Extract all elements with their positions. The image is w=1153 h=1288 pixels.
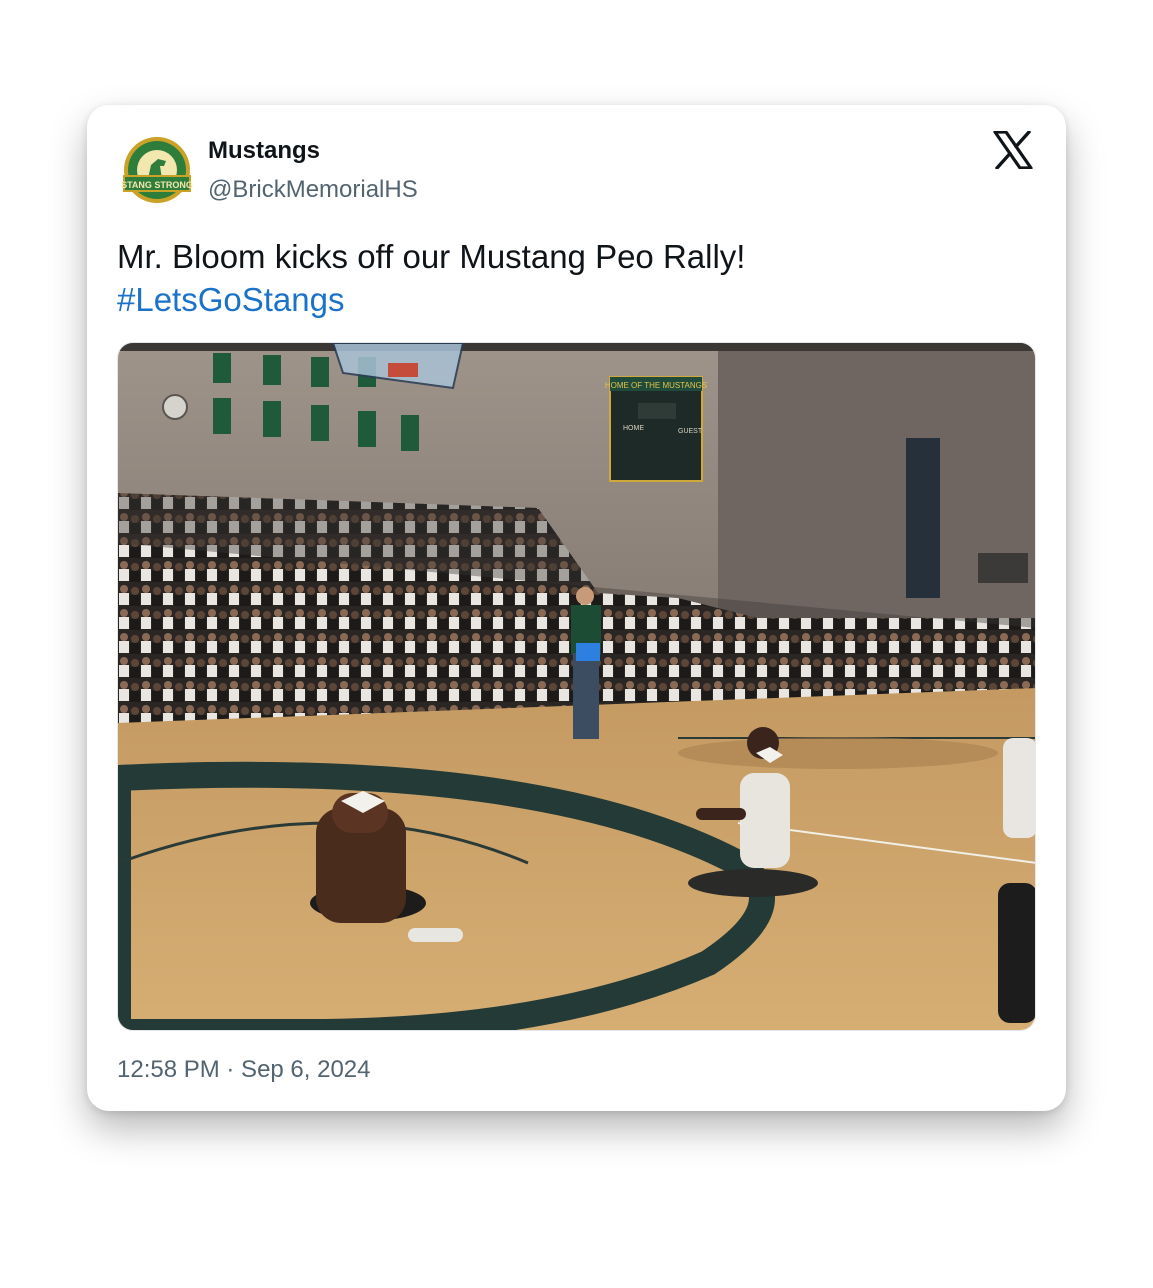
tweet-body: Mr. Bloom kicks off our Mustang Peo Rall… <box>117 238 746 275</box>
tweet-text: Mr. Bloom kicks off our Mustang Peo Rall… <box>117 235 1017 321</box>
account-handle[interactable]: @BrickMemorialHS <box>208 175 418 205</box>
school-badge-icon[interactable]: STANG STRONG <box>120 135 194 209</box>
tweet-timestamp[interactable]: 12:58 PM · Sep 6, 2024 <box>117 1055 371 1085</box>
scoreboard-guest: GUEST <box>678 428 703 435</box>
badge-banner-text: STANG STRONG <box>121 180 193 190</box>
tweet-card[interactable]: STANG STRONG Mustangs @BrickMemorialHS M… <box>87 105 1066 1111</box>
hashtag-link[interactable]: #LetsGoStangs <box>117 278 1017 321</box>
tweet-photo[interactable]: HOME OF THE MUSTANGS HOME GUEST <box>117 342 1036 1031</box>
scoreboard-title: HOME OF THE MUSTANGS <box>605 381 707 390</box>
gym-rally-photo: HOME OF THE MUSTANGS HOME GUEST <box>118 343 1035 1030</box>
display-name[interactable]: Mustangs <box>208 136 320 166</box>
x-logo-icon[interactable] <box>993 131 1033 169</box>
scoreboard-home: HOME <box>623 425 644 432</box>
